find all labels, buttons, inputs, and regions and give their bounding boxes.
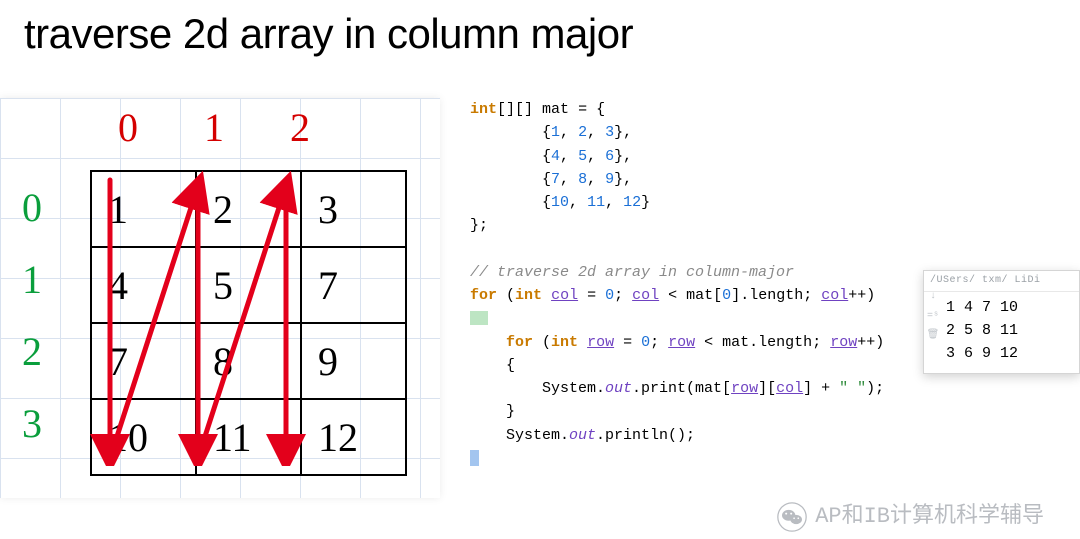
download-icon[interactable]: ↓	[930, 289, 936, 305]
cell: 5	[196, 247, 301, 323]
cursor-icon	[470, 450, 479, 466]
matrix-diagram: 0 1 2 0 1 2 3 1 2 3 4 5 7 7 8 9 10	[0, 98, 440, 498]
col-label-2: 2	[290, 104, 310, 151]
cell: 11	[196, 399, 301, 475]
code-block: int[][] mat = { {1, 2, 3}, {4, 5, 6}, {7…	[470, 98, 1080, 498]
wechat-icon	[777, 502, 807, 532]
content-row: 0 1 2 0 1 2 3 1 2 3 4 5 7 7 8 9 10	[0, 98, 1080, 498]
cell: 2	[196, 171, 301, 247]
exec-highlight-icon	[470, 311, 488, 325]
table-row: 1 2 3	[91, 171, 406, 247]
cell: 7	[91, 323, 196, 399]
page-title: traverse 2d array in column major	[24, 10, 1080, 58]
cell: 3	[301, 171, 406, 247]
cell: 7	[301, 247, 406, 323]
output-popup-header: /USers/ txm/ LiDi	[924, 271, 1079, 292]
cell: 8	[196, 323, 301, 399]
trash-icon[interactable]: 🗑	[927, 328, 940, 344]
table-row: 4 5 7	[91, 247, 406, 323]
output-gutter: ↓ =ˢ 🗑	[926, 289, 940, 344]
output-line: 3 6 9 12	[946, 342, 1073, 365]
cell: 12	[301, 399, 406, 475]
row-label-3: 3	[22, 400, 42, 447]
watermark-text: AP和IB计算机科学辅导	[815, 500, 1044, 534]
watermark: AP和IB计算机科学辅导	[777, 500, 1044, 534]
output-line: 2 5 8 11	[946, 319, 1073, 342]
row-label-1: 1	[22, 256, 42, 303]
cell: 1	[91, 171, 196, 247]
row-label-0: 0	[22, 184, 42, 231]
matrix-table: 1 2 3 4 5 7 7 8 9 10 11 12	[90, 170, 407, 476]
output-line: 1 4 7 10	[946, 296, 1073, 319]
cell: 10	[91, 399, 196, 475]
wrap-icon[interactable]: =ˢ	[927, 309, 939, 325]
cell: 4	[91, 247, 196, 323]
cell: 9	[301, 323, 406, 399]
col-label-0: 0	[118, 104, 138, 151]
table-row: 7 8 9	[91, 323, 406, 399]
output-lines: 1 4 7 10 2 5 8 11 3 6 9 12	[924, 292, 1079, 374]
col-label-1: 1	[204, 104, 224, 151]
table-row: 10 11 12	[91, 399, 406, 475]
output-popup: /USers/ txm/ LiDi ↓ =ˢ 🗑 1 4 7 10 2 5 8 …	[923, 270, 1080, 374]
row-label-2: 2	[22, 328, 42, 375]
